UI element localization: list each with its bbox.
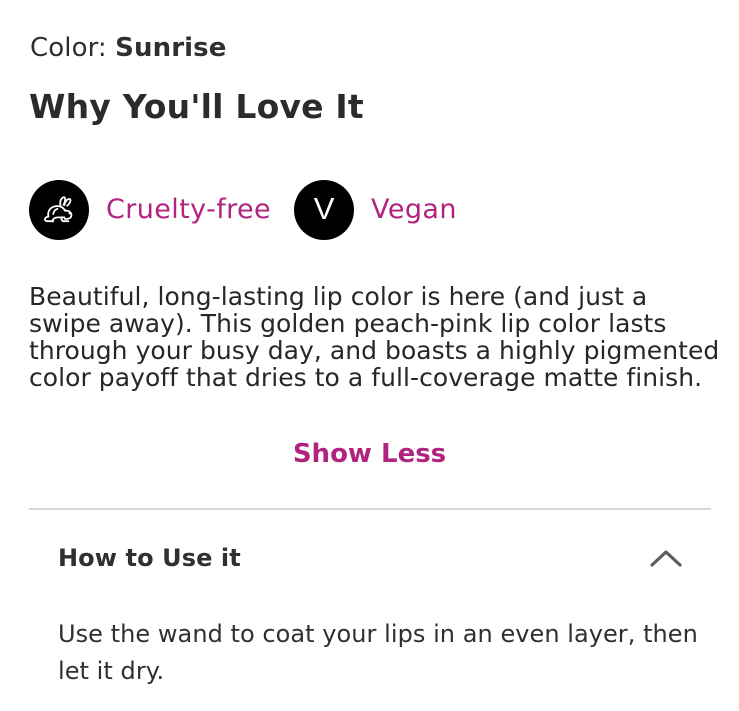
cruelty-free-badge-label: Cruelty-free (106, 194, 272, 225)
vegan-badge-label: Vegan (371, 194, 457, 225)
rabbit-icon (29, 180, 89, 240)
section-divider (29, 508, 711, 510)
vegan-icon-letter: V (313, 191, 335, 226)
how-to-use-title: How to Use it (58, 544, 241, 572)
product-badges: Cruelty-free V Vegan (29, 180, 457, 240)
selected-color: Color: Sunrise (30, 31, 226, 65)
vegan-v-icon: V (294, 180, 355, 240)
chevron-up-icon (649, 542, 683, 576)
color-label: Color: (30, 33, 107, 63)
why-you-will-love-it-heading: Why You'll Love It (29, 87, 364, 126)
how-to-use-body: Use the wand to coat your lips in an eve… (58, 620, 698, 685)
show-less-link[interactable]: Show Less (0, 437, 739, 471)
product-details-panel: Color: Sunrise Why You'll Love It Cruelt… (0, 0, 739, 711)
how-to-use-accordion-toggle[interactable]: How to Use it (29, 535, 711, 583)
product-description: Beautiful, long-lasting lip color is her… (29, 282, 720, 392)
color-value: Sunrise (115, 33, 227, 63)
